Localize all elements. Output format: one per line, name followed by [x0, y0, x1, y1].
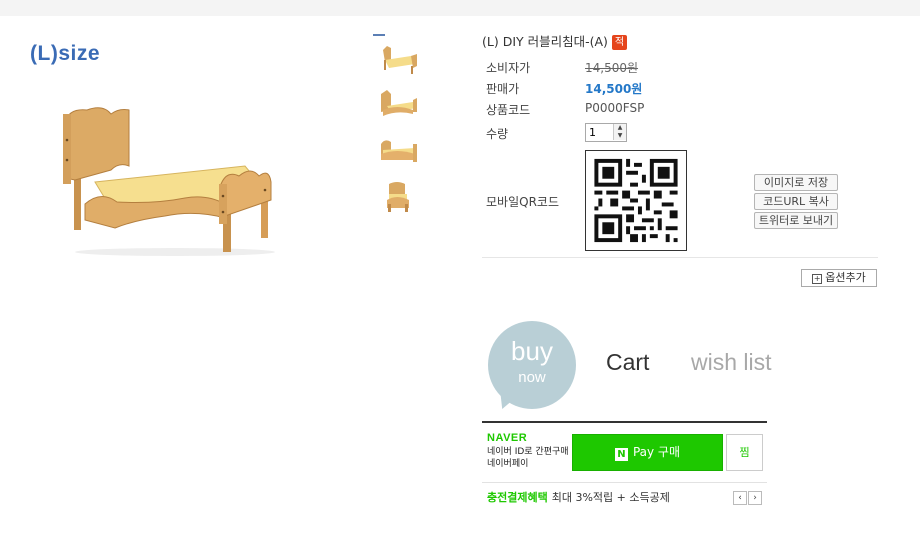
thumbnail-3[interactable]	[377, 134, 419, 168]
thumbnail-selected-marker	[373, 34, 385, 36]
benefit-highlight: 충전결제혜택	[487, 491, 548, 504]
mobile-qr-label: 모바일QR코드	[486, 195, 559, 209]
thumbnail-1[interactable]	[377, 42, 419, 76]
send-to-twitter-button[interactable]: 트위터로 보내기	[754, 212, 838, 229]
naver-zzim-button[interactable]: 찜	[726, 434, 763, 471]
copy-code-url-button[interactable]: 코드URL 복사	[754, 193, 838, 210]
consumer-price-label: 소비자가	[486, 61, 531, 75]
plus-icon: +	[812, 274, 823, 284]
sale-price-value: 14,500원	[585, 82, 643, 96]
reward-badge: 적	[611, 35, 627, 50]
naver-logo: NAVER	[487, 432, 528, 444]
naver-pay-panel: NAVER 네이버 ID로 간편구매 네이버페이 N Pay 구매 찜 충전결제혜…	[482, 421, 767, 511]
consumer-price-value: 14,500원	[585, 61, 639, 75]
quantity-label: 수량	[486, 127, 509, 141]
qr-code	[585, 150, 687, 251]
naver-pay-description: 네이버 ID로 간편구매 네이버페이	[487, 446, 577, 470]
naver-desc-line1: 네이버 ID로 간편구매	[487, 447, 569, 457]
buy-now-sub-label: now	[518, 369, 546, 386]
wish-list-button[interactable]: wish list	[691, 349, 772, 376]
product-title-text: (L) DIY 러블리침대-(A)	[482, 34, 608, 49]
qr-code-image	[594, 158, 678, 243]
add-option-button[interactable]: + 옵션추가	[801, 269, 877, 287]
naver-n-icon: N	[614, 448, 628, 461]
add-option-label: 옵션추가	[825, 271, 866, 284]
benefit-prev-button[interactable]: ‹	[733, 491, 747, 505]
top-bar	[0, 0, 920, 16]
options-divider	[482, 257, 878, 258]
naver-pay-button[interactable]: N Pay 구매	[572, 434, 723, 471]
quantity-up-button[interactable]: ▲	[613, 124, 626, 132]
benefit-next-button[interactable]: ›	[748, 491, 762, 505]
quantity-stepper: ▲ ▼	[585, 123, 627, 142]
buy-now-label: buy	[511, 336, 553, 366]
naver-divider	[482, 482, 767, 483]
product-code-value: P0000FSP	[585, 101, 645, 115]
size-label: (L)size	[30, 42, 101, 65]
product-title: (L) DIY 러블리침대-(A) 적	[482, 31, 627, 50]
thumbnail-2[interactable]	[377, 88, 419, 122]
naver-desc-line2: 네이버페이	[487, 459, 529, 469]
sale-price-label: 판매가	[486, 82, 520, 96]
product-code-label: 상품코드	[486, 103, 531, 117]
thumbnail-4[interactable]	[377, 180, 419, 214]
product-main-image	[63, 107, 275, 256]
add-to-cart-button[interactable]: Cart	[606, 349, 649, 376]
quantity-down-button[interactable]: ▼	[613, 132, 626, 140]
benefit-text: 최대 3%적립 + 소득공제	[551, 491, 670, 504]
naver-pay-label: Pay 구매	[632, 445, 681, 459]
save-as-image-button[interactable]: 이미지로 저장	[754, 174, 838, 191]
naver-benefit: 충전결제혜택 최대 3%적립 + 소득공제	[487, 489, 670, 505]
